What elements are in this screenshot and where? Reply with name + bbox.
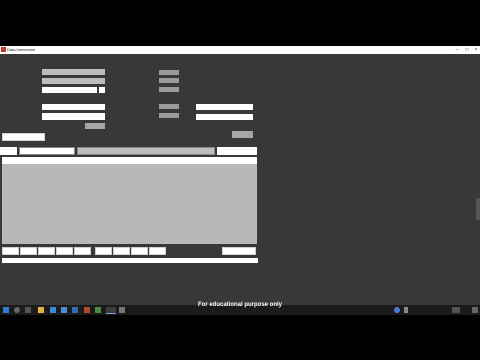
grid-header xyxy=(2,157,257,164)
form-field-7[interactable] xyxy=(196,114,253,120)
form-label-2 xyxy=(159,78,179,83)
form-field-3[interactable] xyxy=(42,87,97,93)
form-field-5[interactable] xyxy=(42,113,105,120)
filter-button[interactable] xyxy=(0,147,17,155)
close-button[interactable]: × xyxy=(471,46,480,54)
search-input[interactable] xyxy=(19,147,75,155)
form-field-2[interactable] xyxy=(42,78,105,84)
form-field-4[interactable] xyxy=(42,104,105,110)
action-button-4[interactable] xyxy=(149,247,166,255)
form-label-1 xyxy=(159,70,179,75)
nav-button-2[interactable] xyxy=(20,247,37,255)
title-bar[interactable] xyxy=(0,46,480,54)
filter-field[interactable] xyxy=(77,147,215,155)
minimize-button[interactable]: – xyxy=(452,46,462,54)
action-button-1[interactable] xyxy=(95,247,112,255)
action-button-2[interactable] xyxy=(113,247,130,255)
form-field-6[interactable] xyxy=(196,104,253,110)
form-field-1[interactable] xyxy=(42,69,105,75)
form-action-button[interactable] xyxy=(85,123,105,129)
nav-button-3[interactable] xyxy=(38,247,55,255)
nav-button-1[interactable] xyxy=(2,247,19,255)
nav-button-4[interactable] xyxy=(56,247,73,255)
dropdown-button[interactable] xyxy=(99,87,105,93)
app-icon xyxy=(1,47,6,52)
right-small-button[interactable] xyxy=(232,131,253,138)
close-form-button[interactable] xyxy=(222,247,256,255)
search-button[interactable] xyxy=(217,147,257,155)
caption-overlay: For educational purpose only xyxy=(197,302,282,308)
window-title: Data Immersion xyxy=(7,47,36,52)
action-button-3[interactable] xyxy=(131,247,148,255)
form-label-4 xyxy=(159,104,179,109)
form-label-5 xyxy=(159,113,179,118)
data-grid[interactable] xyxy=(2,164,257,244)
form-label-3 xyxy=(159,87,179,92)
status-bar xyxy=(2,258,258,263)
left-action-button[interactable] xyxy=(2,133,45,141)
scrollbar[interactable] xyxy=(476,198,480,220)
nav-button-5[interactable] xyxy=(74,247,91,255)
